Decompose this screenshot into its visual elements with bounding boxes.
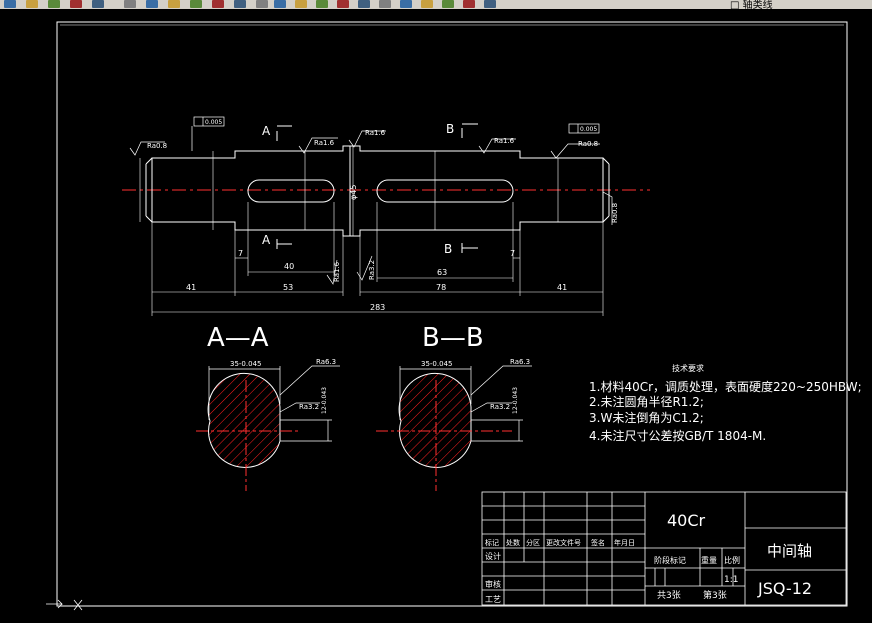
- design-center-icon[interactable]: [358, 0, 370, 8]
- svg-text:更改文件号: 更改文件号: [546, 538, 581, 547]
- section-aa-title: A—A: [207, 323, 269, 353]
- zoom-previous-icon[interactable]: [316, 0, 328, 8]
- svg-text:Ra1.6: Ra1.6: [314, 139, 335, 147]
- tool-palette-icon[interactable]: [379, 0, 391, 8]
- dim-overall: 283: [370, 303, 385, 312]
- section-a-top: A: [262, 124, 271, 138]
- svg-text:Ra1.6: Ra1.6: [333, 261, 341, 282]
- tolerance-frames: 0.005 0.005: [191, 116, 600, 151]
- dim-53: 53: [283, 283, 293, 292]
- calc-icon[interactable]: [442, 0, 454, 8]
- svg-text:35-0.045: 35-0.045: [421, 360, 452, 368]
- undo-icon[interactable]: [212, 0, 224, 8]
- shaft-outline: [145, 145, 610, 237]
- svg-text:重量: 重量: [701, 555, 717, 565]
- svg-text:Ra0.8: Ra0.8: [611, 203, 619, 223]
- svg-text:Ra1.6: Ra1.6: [494, 137, 515, 145]
- svg-text:处数: 处数: [506, 538, 520, 547]
- help-icon[interactable]: [463, 0, 475, 8]
- svg-text:工艺: 工艺: [485, 595, 501, 604]
- svg-text:Ra6.3: Ra6.3: [316, 358, 336, 366]
- standard-toolbar: □ 轴类线: [0, 0, 872, 9]
- dim-41-right: 41: [557, 283, 567, 292]
- svg-text:Ra3.2: Ra3.2: [368, 260, 376, 280]
- properties-icon[interactable]: [337, 0, 349, 8]
- dim-chamfer-right: 7: [510, 249, 515, 258]
- paste-icon[interactable]: [168, 0, 180, 8]
- section-bb-view: 35-0.045 12-0.043 Ra6.3 Ra3.2: [376, 358, 532, 491]
- svg-text:比例: 比例: [724, 555, 740, 565]
- drawing-border: [56, 21, 848, 607]
- svg-text:Ra6.3: Ra6.3: [510, 358, 530, 366]
- print-icon[interactable]: [70, 0, 82, 8]
- svg-text:Ra3.2: Ra3.2: [490, 403, 510, 411]
- svg-text:35-0.045: 35-0.045: [230, 360, 261, 368]
- section-b-bottom: B: [444, 242, 452, 256]
- length-dimensions: [151, 202, 604, 316]
- save-icon[interactable]: [48, 0, 60, 8]
- cad-drawing-canvas[interactable]: 41 53 78 41 283 40 63 7 7 φ45 A A B B Ra…: [0, 9, 872, 614]
- svg-text:Ra0.8: Ra0.8: [578, 140, 598, 148]
- dim-41-left: 41: [186, 283, 196, 292]
- section-bb-title: B—B: [422, 323, 484, 353]
- open-icon[interactable]: [26, 0, 38, 8]
- scale-value: 1:1: [724, 575, 738, 585]
- section-b-top: B: [446, 122, 454, 136]
- layer-icon[interactable]: [484, 0, 496, 8]
- dim-phi45: φ45: [349, 185, 358, 200]
- sheets-total: 共3张: [657, 590, 681, 601]
- svg-text:分区: 分区: [526, 538, 540, 547]
- svg-text:Ra3.2: Ra3.2: [299, 403, 319, 411]
- dim-keyway-left: 40: [284, 262, 294, 271]
- svg-text:年月日: 年月日: [614, 538, 635, 547]
- sheet-number: 第3张: [703, 589, 727, 601]
- section-aa-view: 35-0.045 12-0.043 Ra6.3 Ra3.2: [196, 358, 340, 491]
- svg-text:0.005: 0.005: [205, 119, 222, 126]
- sheet-set-icon[interactable]: [400, 0, 412, 8]
- copy-icon[interactable]: [146, 0, 158, 8]
- pan-icon[interactable]: [256, 0, 268, 8]
- svg-text:设计: 设计: [485, 551, 501, 561]
- svg-text:审核: 审核: [485, 579, 501, 589]
- roughness-labels: Ra0.8 Ra1.6 Ra1.6 Ra1.6 Ra0.8 Ra0.8 Ra1.…: [147, 129, 619, 282]
- tech-req-item-2: 2.未注圆角半径R1.2;: [589, 394, 704, 409]
- svg-text:Ra0.8: Ra0.8: [147, 142, 167, 150]
- zoom-window-icon[interactable]: [295, 0, 307, 8]
- tech-req-item-1: 1.材料40Cr，调质处理，表面硬度220~250HBW;: [589, 379, 862, 394]
- redo-icon[interactable]: [234, 0, 246, 8]
- dim-chamfer-left: 7: [238, 249, 243, 258]
- drawing-number: JSQ-12: [757, 579, 812, 598]
- tech-req-heading: 技术要求: [672, 363, 704, 373]
- svg-text:12-0.043: 12-0.043: [512, 387, 519, 414]
- layer-dropdown[interactable]: □ 轴类线: [730, 0, 773, 9]
- tech-req-item-3: 3.W未注倒角为C1.2;: [589, 410, 704, 425]
- preview-icon[interactable]: [92, 0, 104, 8]
- command-line-strip: [0, 614, 872, 623]
- svg-text:标记: 标记: [485, 538, 499, 547]
- dim-78: 78: [436, 283, 446, 292]
- tech-req-item-4: 4.未注尺寸公差按GB/T 1804-M.: [589, 428, 766, 443]
- section-titles: A—A B—B: [207, 323, 484, 353]
- technical-requirements: 技术要求 1.材料40Cr，调质处理，表面硬度220~250HBW; 2.未注圆…: [589, 363, 862, 443]
- svg-text:签名: 签名: [591, 538, 605, 547]
- svg-text:0.005: 0.005: [580, 126, 597, 133]
- material: 40Cr: [667, 511, 706, 530]
- svg-text:阶段标记: 阶段标记: [654, 555, 686, 565]
- part-name: 中间轴: [767, 542, 812, 560]
- svg-text:12-0.043: 12-0.043: [321, 387, 328, 414]
- ucs-icon: [46, 599, 83, 611]
- cut-icon[interactable]: [124, 0, 136, 8]
- dim-keyway-right: 63: [437, 268, 447, 277]
- match-icon[interactable]: [190, 0, 202, 8]
- new-icon[interactable]: [4, 0, 16, 8]
- dimension-texts: 41 53 78 41 283 40 63 7 7 φ45: [186, 185, 567, 312]
- markup-icon[interactable]: [421, 0, 433, 8]
- svg-text:Ra1.6: Ra1.6: [365, 129, 386, 137]
- zoom-realtime-icon[interactable]: [274, 0, 286, 8]
- section-a-bottom: A: [262, 233, 271, 247]
